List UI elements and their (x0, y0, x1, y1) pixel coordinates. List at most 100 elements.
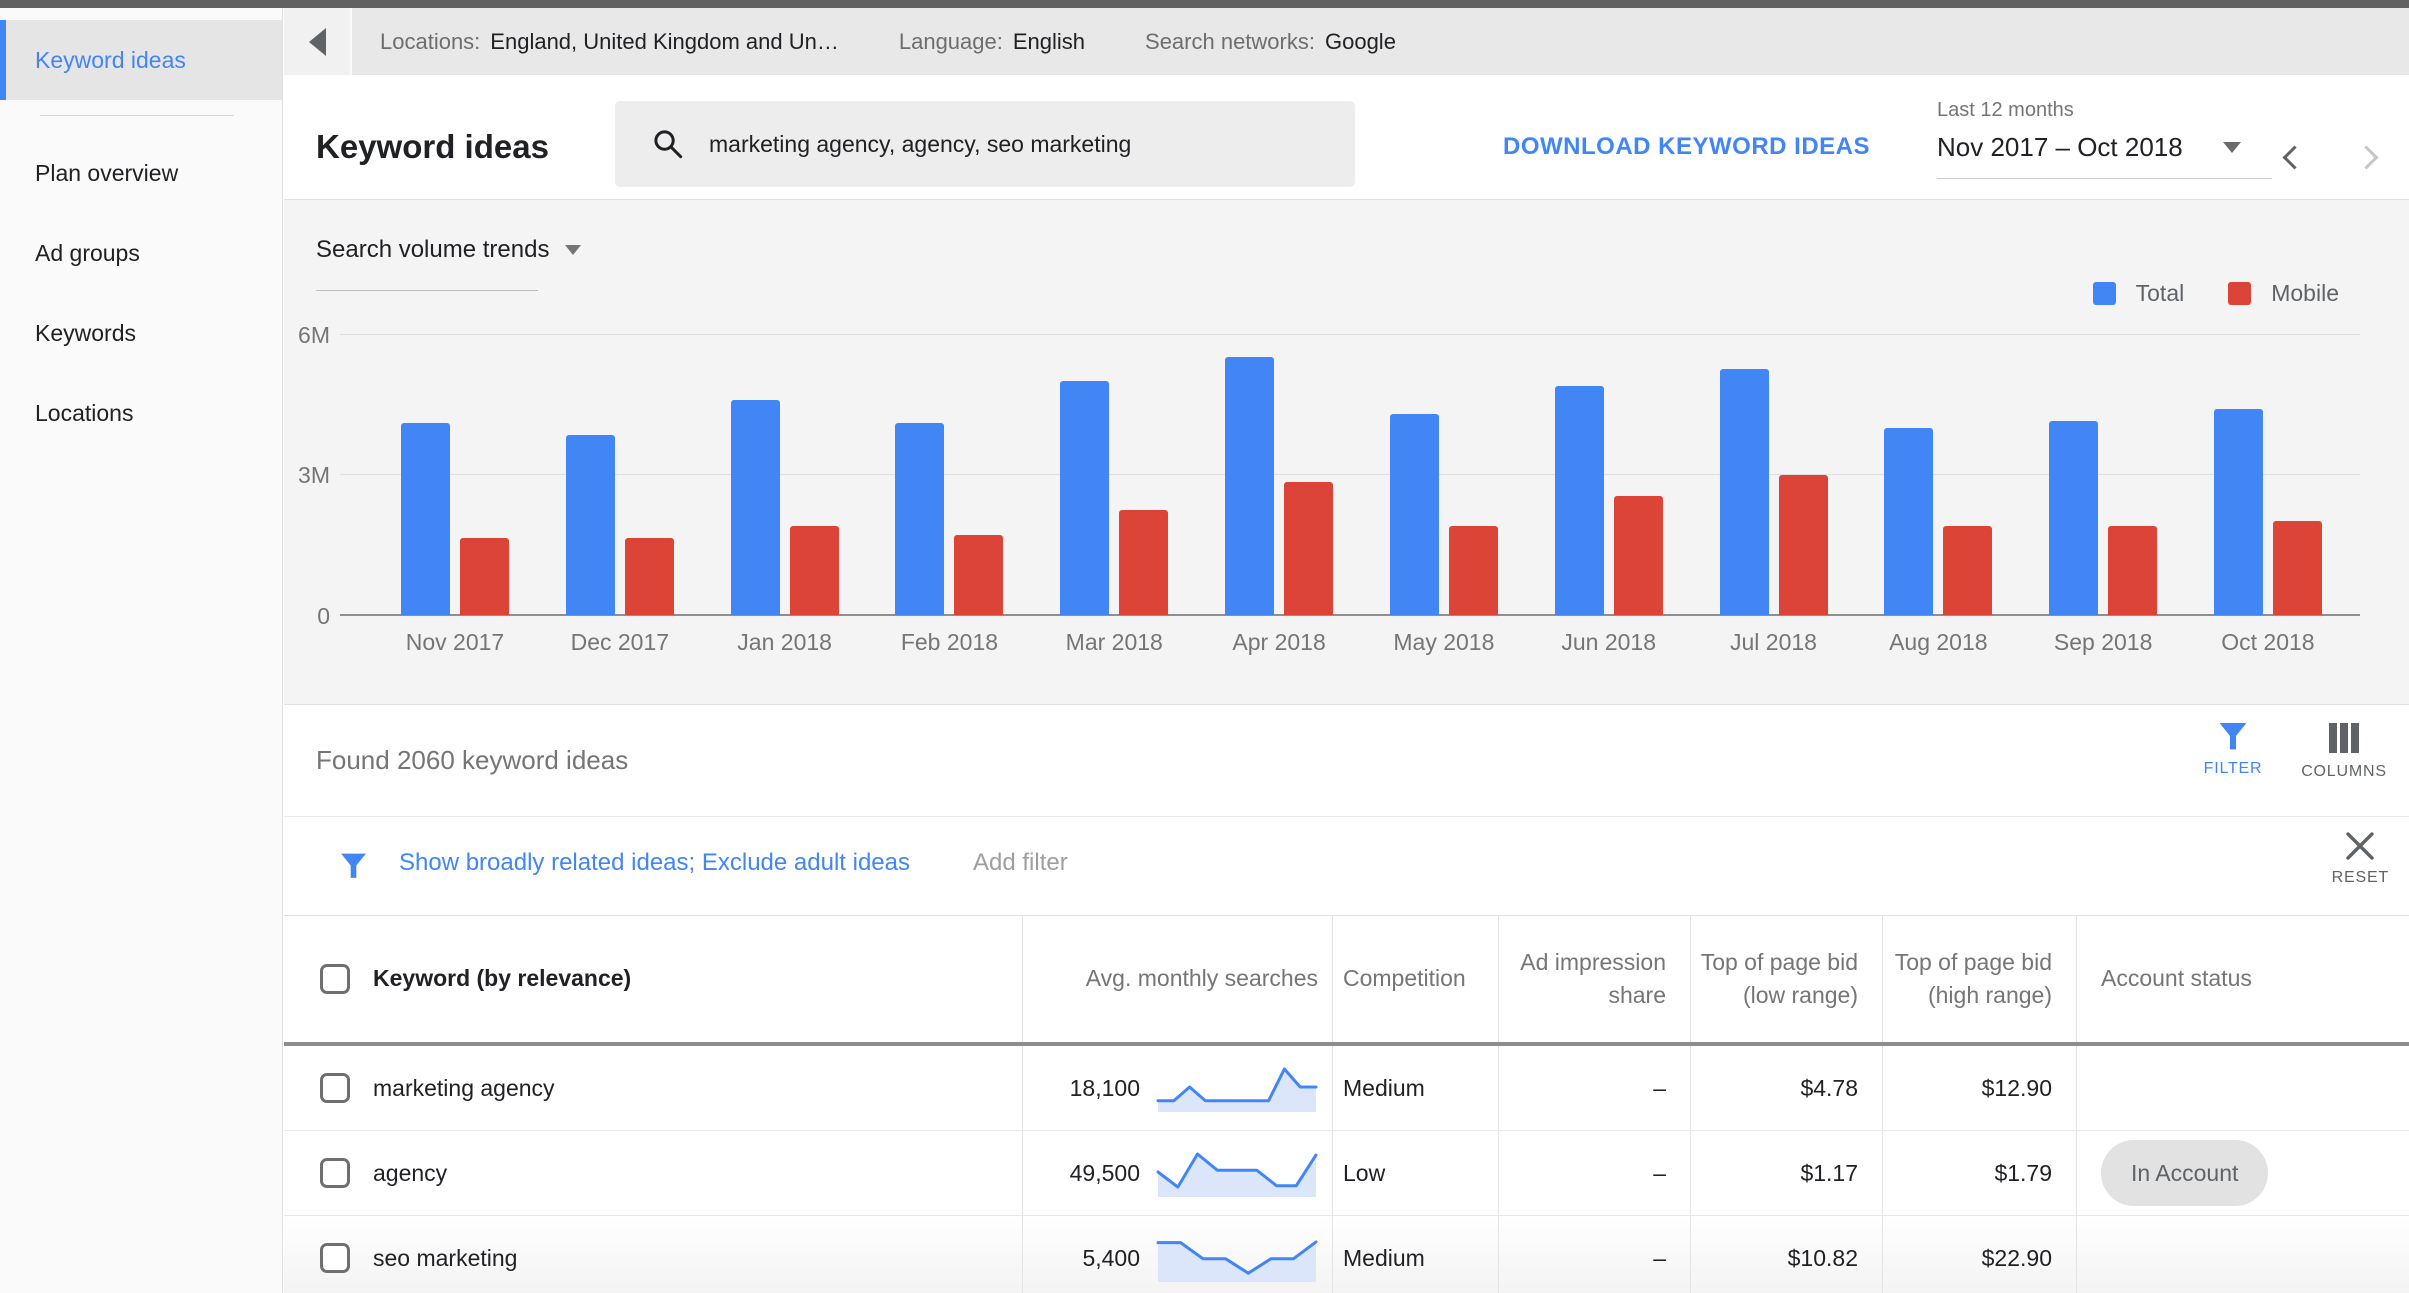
search-networks-label: Search networks: (1145, 28, 1315, 54)
table-row: seo marketing 5,400 Medium – $10.82 $22.90 (284, 1216, 2409, 1293)
active-filters-link[interactable]: Show broadly related ideas; Exclude adul… (399, 849, 910, 877)
top-of-page-bid-low-value: $4.78 (1690, 1046, 1882, 1130)
search-volume-chart-section: Search volume trends Total Mobile 6M 3M … (284, 200, 2409, 705)
keyword-search-box[interactable] (615, 101, 1355, 187)
column-header-competition[interactable]: Competition (1332, 916, 1498, 1042)
x-axis-label: Jan 2018 (737, 629, 832, 655)
avg-monthly-searches-value: 49,500 (1069, 1159, 1140, 1186)
filter-icon (2219, 723, 2247, 750)
mobile-legend-swatch (2228, 282, 2252, 305)
sidebar-item-plan-overview[interactable]: Plan overview (0, 133, 282, 213)
x-axis-label: Jul 2018 (1730, 629, 1817, 655)
filter-button-label: FILTER (2203, 760, 2263, 777)
mobile-legend-label: Mobile (2271, 280, 2339, 306)
avg-monthly-searches-cell: 49,500 (1022, 1131, 1332, 1215)
close-icon (2346, 832, 2375, 860)
total-bar (1884, 427, 1934, 615)
sidebar-item-locations[interactable]: Locations (0, 373, 282, 453)
competition-value: Medium (1332, 1046, 1498, 1130)
chevron-down-icon (565, 245, 582, 255)
reset-button[interactable]: RESET (2332, 831, 2389, 887)
columns-icon (2329, 723, 2359, 753)
x-axis-label: Sep 2018 (2053, 629, 2153, 655)
mobile-bar (1448, 526, 1498, 615)
download-keyword-ideas-button[interactable]: DOWNLOAD KEYWORD IDEAS (1503, 133, 1870, 161)
columns-button[interactable]: COLUMNS (2289, 723, 2399, 781)
x-axis-label: Apr 2018 (1232, 629, 1326, 655)
total-bar (2213, 408, 2263, 615)
language-setting[interactable]: Language: English (899, 29, 1085, 55)
locations-value: England, United Kingdom and Un… (490, 28, 839, 54)
total-bar (1060, 380, 1110, 615)
table-row: marketing agency 18,100 Medium – $4.78 $12.90 (284, 1046, 2409, 1131)
keyword-ideas-table: Keyword (by relevance) Avg. monthly sear… (284, 916, 2409, 1293)
date-range-selector[interactable]: Last 12 months Nov 2017 – Oct 2018 (1937, 99, 2272, 179)
chart-type-dropdown[interactable]: Search volume trends (316, 236, 582, 264)
filter-button[interactable]: FILTER (2188, 723, 2278, 778)
chart-legend: Total Mobile (2092, 280, 2339, 307)
chart-month-group: Apr 2018 (1225, 334, 1334, 655)
total-bar (730, 399, 780, 615)
column-header-label: Keyword (by relevance) (373, 965, 632, 992)
next-period-button[interactable] (2354, 145, 2379, 170)
total-bar (1554, 385, 1604, 615)
chart-month-group: Mar 2018 (1060, 334, 1169, 655)
back-button[interactable] (284, 8, 352, 75)
chart-month-group: Dec 2017 (565, 334, 674, 655)
sidebar-divider (40, 115, 234, 116)
previous-period-button[interactable] (2282, 145, 2307, 170)
row-checkbox[interactable] (320, 1243, 350, 1273)
top-of-page-bid-high-value: $1.79 (1882, 1131, 2076, 1215)
date-range-value: Nov 2017 – Oct 2018 (1937, 132, 2183, 162)
filter-bar: Show broadly related ideas; Exclude adul… (284, 817, 2409, 916)
chart-month-group: Jan 2018 (730, 334, 839, 655)
chart-month-group: Aug 2018 (1884, 334, 1993, 655)
legend-item-total: Total (2092, 280, 2185, 307)
x-axis-label: Mar 2018 (1065, 629, 1163, 655)
page-title: Keyword ideas (316, 128, 549, 165)
chart-bars: Nov 2017 Dec 2017 Jan 2018 Feb 2018 Mar 2018… (401, 334, 2322, 655)
total-legend-label: Total (2135, 280, 2185, 306)
total-bar (1389, 413, 1439, 615)
sidebar-item-keyword-ideas[interactable]: Keyword ideas (0, 20, 282, 100)
select-all-checkbox[interactable] (320, 964, 350, 994)
row-checkbox[interactable] (320, 1073, 350, 1103)
row-checkbox[interactable] (320, 1158, 350, 1188)
x-axis-label: Feb 2018 (900, 629, 999, 655)
chart-month-group: Jun 2018 (1554, 334, 1663, 655)
mobile-bar (1943, 526, 1993, 615)
reset-button-label: RESET (2331, 869, 2389, 886)
add-filter-button[interactable]: Add filter (973, 849, 1068, 877)
account-status-cell (2076, 1046, 2409, 1130)
legend-item-mobile: Mobile (2228, 280, 2339, 307)
search-trend-sparkline (1156, 1240, 1318, 1282)
sidebar-item-label: Ad groups (35, 239, 140, 266)
x-axis-label: Nov 2017 (405, 629, 505, 655)
column-header-top-of-page-bid-low[interactable]: Top of page bid (low range) (1690, 916, 1882, 1042)
table-header-row: Keyword (by relevance) Avg. monthly sear… (284, 916, 2409, 1046)
total-bar (1225, 357, 1275, 615)
column-header-keyword[interactable]: Keyword (by relevance) (284, 916, 1022, 1042)
keyword-cell: marketing agency (284, 1046, 1022, 1130)
date-range-label: Last 12 months (1937, 99, 2074, 121)
search-trend-sparkline (1156, 1152, 1318, 1197)
window-top-strip (0, 0, 2409, 8)
locations-setting[interactable]: Locations: England, United Kingdom and U… (380, 29, 839, 55)
sidebar-item-label: Plan overview (35, 159, 179, 186)
search-networks-setting[interactable]: Search networks: Google (1145, 29, 1396, 55)
chart-month-group: Oct 2018 (2213, 334, 2322, 655)
mobile-bar (789, 526, 839, 615)
y-axis-tick: 0 (317, 603, 330, 629)
keyword-search-input[interactable] (709, 130, 1329, 158)
search-icon (654, 130, 683, 159)
ad-impression-share-value: – (1498, 1046, 1690, 1130)
avg-monthly-searches-cell: 5,400 (1022, 1216, 1332, 1293)
sidebar-item-ad-groups[interactable]: Ad groups (0, 213, 282, 293)
keyword-cell: seo marketing (284, 1216, 1022, 1293)
column-header-avg-monthly-searches[interactable]: Avg. monthly searches (1022, 916, 1332, 1042)
x-axis-label: Dec 2017 (570, 629, 670, 655)
column-header-ad-impression-share[interactable]: Ad impression share (1498, 916, 1690, 1042)
column-header-account-status[interactable]: Account status (2076, 916, 2409, 1042)
sidebar-item-keywords[interactable]: Keywords (0, 293, 282, 373)
column-header-top-of-page-bid-high[interactable]: Top of page bid (high range) (1882, 916, 2076, 1042)
